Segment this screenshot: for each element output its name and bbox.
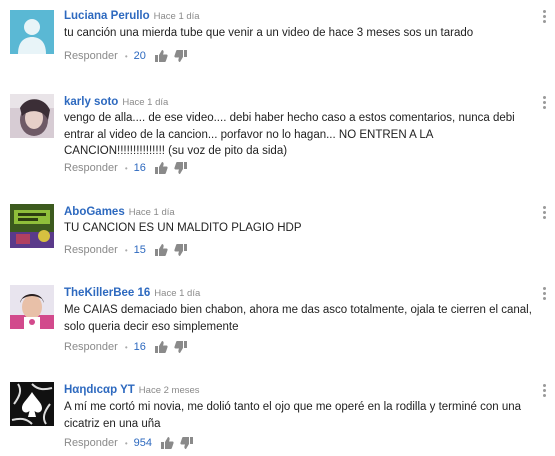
avatar[interactable] bbox=[10, 94, 54, 138]
author-name[interactable]: Hαηdιcαp YT bbox=[64, 384, 135, 396]
reply-button[interactable]: Responder bbox=[64, 244, 118, 256]
reply-button[interactable]: Responder bbox=[64, 162, 118, 174]
comment-actions: Responder • 20 bbox=[64, 48, 194, 64]
thumb-up-icon[interactable] bbox=[154, 49, 168, 63]
comment-header: Hαηdιcαp YT Hace 2 meses bbox=[64, 382, 200, 398]
separator-dot: • bbox=[124, 342, 128, 352]
like-count: 954 bbox=[133, 437, 152, 449]
comment-header: AboGames Hace 1 día bbox=[64, 204, 175, 220]
comment-actions: Responder • 16 bbox=[64, 160, 194, 176]
author-name[interactable]: AboGames bbox=[64, 206, 125, 218]
timestamp[interactable]: Hace 2 meses bbox=[139, 385, 200, 396]
comment-text: Me CAIAS demaciado bien chabon, ahora me… bbox=[64, 304, 532, 333]
avatar[interactable] bbox=[10, 382, 54, 426]
more-menu-icon[interactable] bbox=[543, 206, 547, 220]
separator-dot: • bbox=[124, 51, 128, 61]
timestamp[interactable]: Hace 1 día bbox=[154, 11, 200, 22]
thumb-up-icon[interactable] bbox=[154, 243, 168, 257]
author-name[interactable]: Luciana Perullo bbox=[64, 10, 150, 22]
thumb-up-icon[interactable] bbox=[160, 436, 174, 450]
thumb-down-icon[interactable] bbox=[174, 49, 188, 63]
avatar[interactable] bbox=[10, 10, 54, 54]
reply-button[interactable]: Responder bbox=[64, 437, 118, 449]
reply-button[interactable]: Responder bbox=[64, 50, 118, 62]
thumb-down-icon[interactable] bbox=[180, 436, 194, 450]
thumb-up-icon[interactable] bbox=[154, 340, 168, 354]
separator-dot: • bbox=[124, 245, 128, 255]
comment-text: A mí me cortó mi novia, me dolió tanto e… bbox=[64, 401, 522, 430]
thumb-up-icon[interactable] bbox=[154, 161, 168, 175]
comment: AboGames Hace 1 día TU CANCION ES UN MALD… bbox=[0, 204, 555, 262]
thumb-down-icon[interactable] bbox=[174, 161, 188, 175]
separator-dot: • bbox=[124, 163, 128, 173]
timestamp[interactable]: Hace 1 día bbox=[154, 288, 200, 299]
thumb-down-icon[interactable] bbox=[174, 340, 188, 354]
comment: Luciana Perullo Hace 1 día tu canción una… bbox=[0, 8, 555, 66]
timestamp[interactable]: Hace 1 día bbox=[122, 97, 168, 108]
thumb-down-icon[interactable] bbox=[174, 243, 188, 257]
more-menu-icon[interactable] bbox=[543, 10, 547, 24]
more-menu-icon[interactable] bbox=[543, 384, 547, 398]
comment-header: karly soto Hace 1 día bbox=[64, 94, 168, 110]
reply-button[interactable]: Responder bbox=[64, 341, 118, 353]
comment-actions: Responder • 15 bbox=[64, 242, 194, 258]
more-menu-icon[interactable] bbox=[543, 287, 547, 301]
avatar[interactable] bbox=[10, 204, 54, 248]
more-menu-icon[interactable] bbox=[543, 96, 547, 110]
author-name[interactable]: TheKillerBee 16 bbox=[64, 287, 150, 299]
comment: TheKillerBee 16 Hace 1 día Me CAIAS demac… bbox=[0, 285, 555, 357]
comment-actions: Responder • 954 bbox=[64, 435, 200, 451]
like-count: 20 bbox=[133, 50, 146, 62]
comment: Hαηdιcαp YT Hace 2 meses A mí me cortó mi… bbox=[0, 382, 555, 454]
like-count: 16 bbox=[133, 341, 146, 353]
comment-text: TU CANCION ES UN MALDITO PLAGIO HDP bbox=[64, 222, 302, 234]
comment-text: tu canción una mierda tube que venir a u… bbox=[64, 27, 474, 39]
comment-text: vengo de alla.... de ese video.... debi … bbox=[64, 112, 515, 157]
like-count: 15 bbox=[133, 244, 146, 256]
comment: karly soto Hace 1 día vengo de alla.... d… bbox=[0, 94, 555, 182]
comment-header: Luciana Perullo Hace 1 día bbox=[64, 8, 200, 24]
comment-header: TheKillerBee 16 Hace 1 día bbox=[64, 285, 200, 301]
separator-dot: • bbox=[124, 438, 128, 448]
avatar[interactable] bbox=[10, 285, 54, 329]
comment-actions: Responder • 16 bbox=[64, 339, 194, 355]
author-name[interactable]: karly soto bbox=[64, 96, 118, 108]
like-count: 16 bbox=[133, 162, 146, 174]
timestamp[interactable]: Hace 1 día bbox=[129, 207, 175, 218]
